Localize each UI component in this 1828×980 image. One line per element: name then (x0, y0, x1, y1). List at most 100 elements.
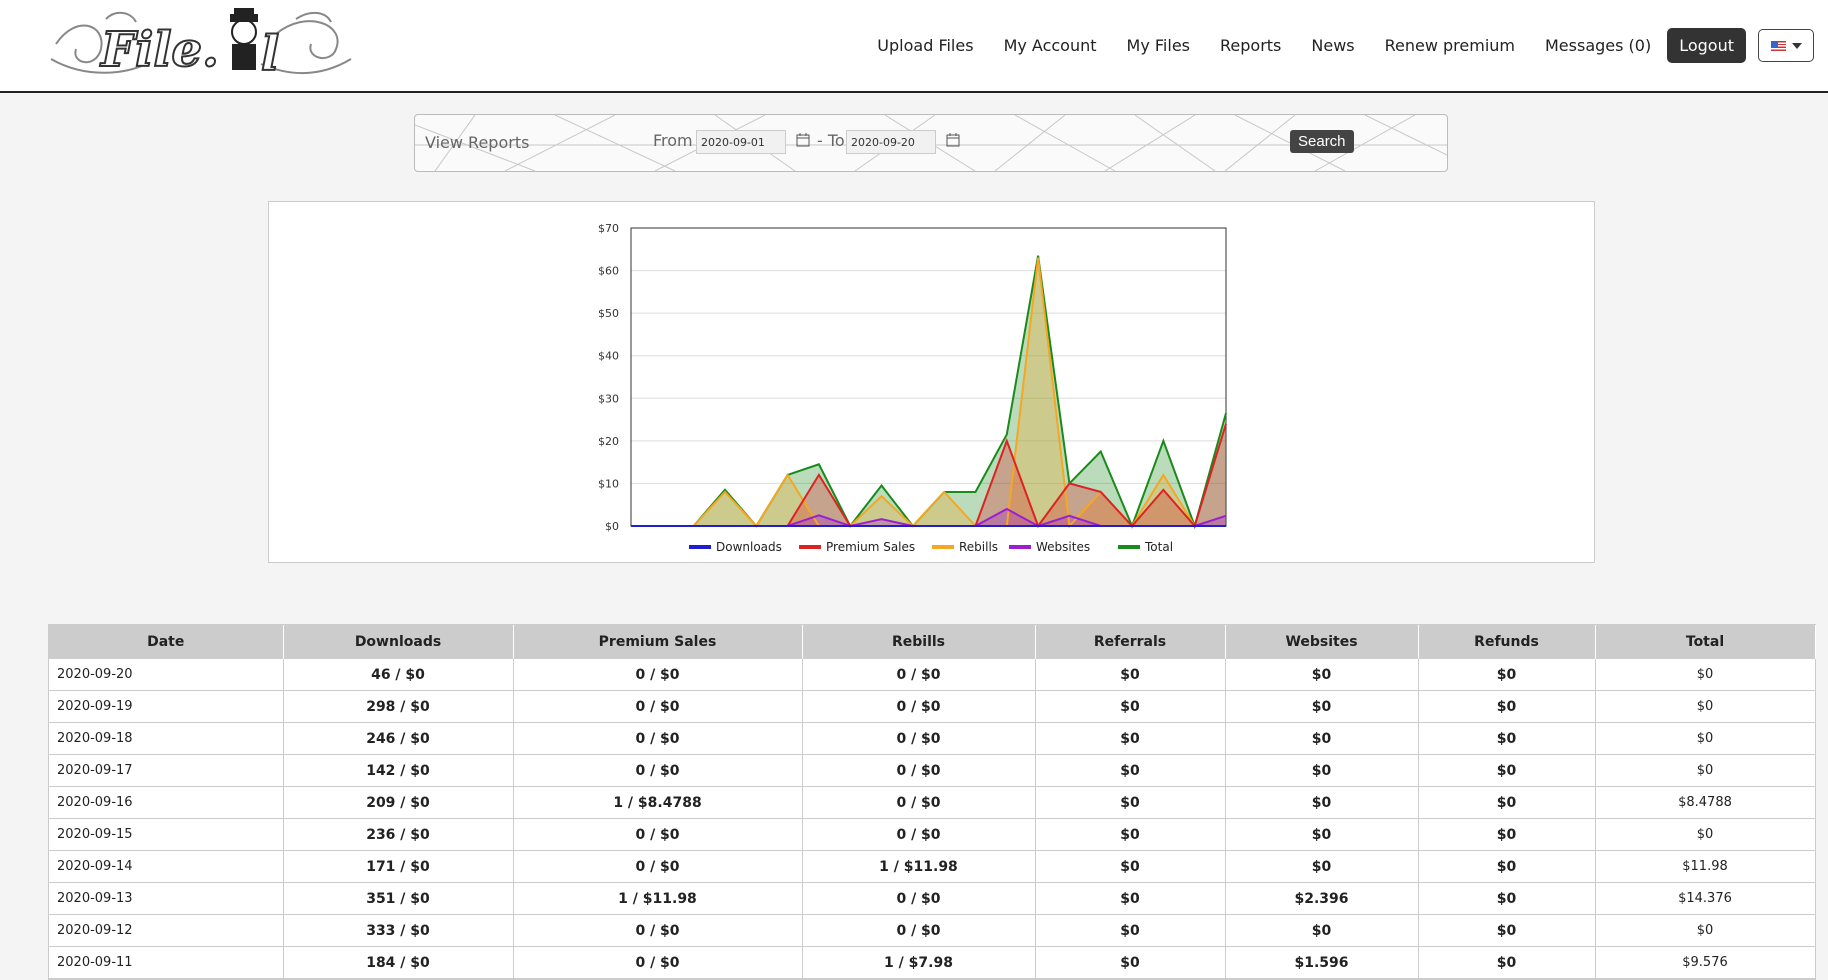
table-cell: $0 (1225, 659, 1419, 691)
table-cell: $0 (1035, 850, 1226, 883)
table-cell: 142 / $0 (283, 754, 514, 787)
table-cell: 0 / $0 (513, 659, 803, 691)
table-cell: 0 / $0 (802, 754, 1036, 787)
reports-title: View Reports (425, 133, 530, 152)
to-date-input[interactable] (846, 130, 936, 154)
svg-text:l: l (261, 26, 279, 82)
logout-button[interactable]: Logout (1667, 28, 1746, 63)
table-cell: 1 / $8.4788 (513, 786, 803, 819)
nav-my-files[interactable]: My Files (1127, 36, 1190, 55)
table-cell: $0 (1418, 850, 1596, 883)
site-logo[interactable]: File. l (46, 4, 356, 86)
table-cell: 171 / $0 (283, 850, 514, 883)
language-selector[interactable] (1758, 29, 1814, 62)
table-cell: $0 (1418, 690, 1596, 723)
nav-messages[interactable]: Messages (0) (1545, 36, 1651, 55)
earnings-chart: $0 $10 $20 $30 $40 $50 $60 $70 Downloads Premium … (598, 222, 1227, 554)
y-tick-label: $70 (598, 222, 619, 235)
table-cell: $0 (1035, 882, 1226, 915)
table-cell: $0 (1035, 818, 1226, 851)
nav-news[interactable]: News (1311, 36, 1354, 55)
table-cell: 2020-09-13 (49, 882, 284, 915)
calendar-icon[interactable] (796, 133, 810, 147)
y-tick-label: $30 (598, 392, 619, 405)
search-button[interactable]: Search (1290, 130, 1354, 153)
table-row: 2020-09-19 298 / $0 0 / $0 0 / $0 $0 $0 $0 $0 (49, 690, 1816, 723)
table-cell: $0 (1595, 754, 1816, 787)
table-cell: 2020-09-16 (49, 786, 284, 819)
table-cell: $0 (1035, 690, 1226, 723)
table-cell: 246 / $0 (283, 722, 514, 755)
table-cell: $8.4788 (1595, 786, 1816, 819)
table-cell: 0 / $0 (802, 882, 1036, 915)
report-search-bar: View Reports From - To Search (414, 114, 1448, 172)
from-date-input[interactable] (696, 130, 786, 154)
series-area-rebills (631, 257, 1226, 526)
table-cell: $0 (1595, 818, 1816, 851)
column-header: Referrals (1035, 625, 1226, 659)
table-cell: 0 / $0 (802, 786, 1036, 819)
y-tick-label: $10 (598, 477, 619, 490)
table-cell: 0 / $0 (513, 914, 803, 947)
legend-swatch (689, 545, 711, 549)
table-row: 2020-09-12 333 / $0 0 / $0 0 / $0 $0 $0 $0 $0 (49, 914, 1816, 947)
svg-text:File.: File. (99, 22, 219, 78)
nav-renew-premium[interactable]: Renew premium (1385, 36, 1515, 55)
table-cell: $0 (1035, 659, 1226, 691)
table-cell: $0 (1595, 690, 1816, 723)
table-row: 2020-09-17 142 / $0 0 / $0 0 / $0 $0 $0 $0 $0 (49, 754, 1816, 787)
plot-frame (630, 227, 1227, 527)
table-cell: 0 / $0 (802, 722, 1036, 755)
top-header: File. l Upload Files My Account My Files… (0, 0, 1828, 93)
table-cell: $0 (1225, 786, 1419, 819)
main-nav: Upload Files My Account My Files Reports… (847, 0, 1828, 91)
legend-label: Premium Sales (826, 540, 915, 554)
table-row: 2020-09-20 46 / $0 0 / $0 0 / $0 $0 $0 $0 $0 (49, 659, 1816, 691)
table-cell: 209 / $0 (283, 786, 514, 819)
y-tick-label: $40 (598, 350, 619, 363)
y-tick-label: $0 (605, 520, 619, 533)
table-cell: 0 / $0 (513, 754, 803, 787)
table-cell: 2020-09-20 (49, 659, 284, 691)
legend-label: Total (1144, 540, 1173, 554)
table-cell: $0 (1418, 754, 1596, 787)
nav-my-account[interactable]: My Account (1004, 36, 1097, 55)
y-tick-label: $50 (598, 307, 619, 320)
nav-upload-files[interactable]: Upload Files (877, 36, 973, 55)
report-table-wrapper: Date Downloads Premium Sales Rebills Ref… (48, 624, 1816, 980)
table-cell: $11.98 (1595, 850, 1816, 883)
column-header: Premium Sales (513, 625, 803, 659)
table-row: 2020-09-15 236 / $0 0 / $0 0 / $0 $0 $0 $0 $0 (49, 818, 1816, 851)
table-cell: 333 / $0 (283, 914, 514, 947)
table-cell: 0 / $0 (513, 818, 803, 851)
table-cell: 1 / $11.98 (513, 882, 803, 915)
column-header: Total (1595, 625, 1816, 659)
to-label: - To (817, 131, 845, 150)
table-cell: $14.376 (1595, 882, 1816, 915)
report-table: Date Downloads Premium Sales Rebills Ref… (49, 625, 1816, 979)
table-row: 2020-09-14 171 / $0 0 / $0 1 / $11.98 $0 $0 $0… (49, 850, 1816, 883)
earnings-chart-panel: $0 $10 $20 $30 $40 $50 $60 $70 Downloads Premium … (268, 201, 1595, 563)
table-cell: $0 (1225, 818, 1419, 851)
table-cell: 0 / $0 (513, 690, 803, 723)
table-cell: 298 / $0 (283, 690, 514, 723)
table-header-row: Date Downloads Premium Sales Rebills Ref… (49, 625, 1816, 659)
legend-label: Websites (1036, 540, 1090, 554)
table-cell: $0 (1035, 914, 1226, 947)
table-cell: $0 (1225, 722, 1419, 755)
table-cell: $0 (1035, 722, 1226, 755)
table-cell: $0 (1418, 882, 1596, 915)
table-cell: $0 (1418, 914, 1596, 947)
calendar-icon[interactable] (946, 133, 960, 147)
us-flag-icon (1770, 40, 1786, 51)
chevron-down-icon (1791, 42, 1802, 49)
series-line-total (631, 255, 1227, 530)
table-cell: $0 (1595, 914, 1816, 947)
table-cell: 1 / $11.98 (802, 850, 1036, 883)
table-cell: $0 (1418, 722, 1596, 755)
column-header: Websites (1225, 625, 1419, 659)
legend-label: Rebills (959, 540, 998, 554)
table-row: 2020-09-18 246 / $0 0 / $0 0 / $0 $0 $0 $0 $0 (49, 722, 1816, 755)
from-label: From (653, 131, 693, 150)
nav-reports[interactable]: Reports (1220, 36, 1281, 55)
